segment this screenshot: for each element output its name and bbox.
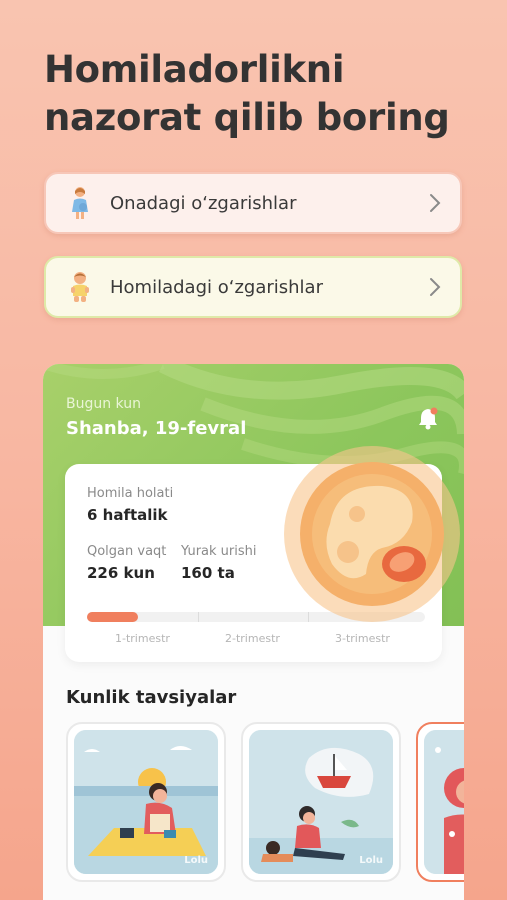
remaining-time-value: 226 kun — [87, 564, 155, 582]
chevron-right-icon — [428, 277, 442, 297]
daily-tip-card[interactable]: Lolu — [241, 722, 401, 882]
pregnancy-dashboard: Bugun kun Shanba, 19-fevral Homila holat… — [43, 364, 464, 900]
trimester-divider — [198, 612, 199, 622]
fetus-status-label: Homila holati — [87, 486, 174, 501]
embryo-illustration — [284, 446, 460, 622]
page-headline: Homiladorlikni nazorat qilib boring — [44, 48, 450, 139]
pregnancy-progress-fill — [87, 612, 138, 622]
fetus-changes-label: Homiladagi o‘zgarishlar — [110, 276, 323, 298]
today-date: Shanba, 19-fevral — [66, 418, 247, 439]
trimester-1-label: 1-trimestr — [115, 632, 170, 645]
baby-icon — [68, 270, 92, 304]
remaining-time-label: Qolgan vaqt — [87, 544, 167, 559]
woman-partial-illustration — [424, 730, 464, 874]
woman-cooking-picnic-illustration: Lolu — [74, 730, 218, 874]
brand-watermark: Lolu — [184, 855, 208, 866]
woman-reading-child-illustration: Lolu — [249, 730, 393, 874]
today-label: Bugun kun — [66, 396, 141, 412]
bell-icon[interactable] — [417, 406, 439, 430]
mother-changes-button[interactable]: Onadagi o‘zgarishlar — [44, 172, 462, 234]
trimester-3-label: 3-trimestr — [335, 632, 390, 645]
chevron-right-icon — [428, 193, 442, 213]
heartbeat-value: 160 ta — [181, 564, 235, 582]
daily-tip-card[interactable] — [416, 722, 464, 882]
daily-tip-card[interactable]: Lolu — [66, 722, 226, 882]
heartbeat-label: Yurak urishi — [181, 544, 257, 559]
mother-changes-label: Onadagi o‘zgarishlar — [110, 192, 297, 214]
fetus-changes-button[interactable]: Homiladagi o‘zgarishlar — [44, 256, 462, 318]
pregnant-woman-icon — [68, 186, 92, 220]
trimester-2-label: 2-trimestr — [225, 632, 280, 645]
fetus-status-value: 6 haftalik — [87, 506, 168, 524]
brand-watermark: Lolu — [359, 855, 383, 866]
daily-tips-title: Kunlik tavsiyalar — [66, 687, 237, 708]
